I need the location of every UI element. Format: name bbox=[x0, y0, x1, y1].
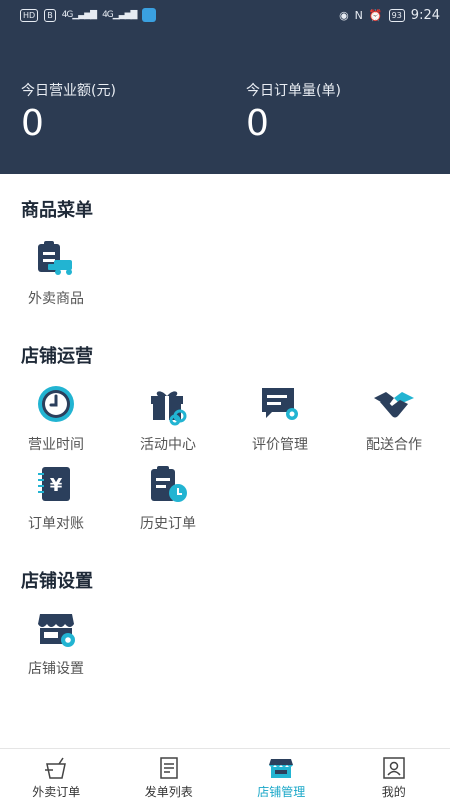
grid-item-review-management[interactable]: 评价管理 bbox=[224, 384, 336, 454]
history-icon bbox=[151, 466, 187, 502]
tab-dispatch-list[interactable]: 发单列表 bbox=[113, 749, 226, 800]
tab-takeout-orders[interactable]: 外卖订单 bbox=[0, 749, 113, 800]
store-icon bbox=[269, 759, 294, 778]
alarm-icon: ⏰ bbox=[368, 8, 383, 22]
section-title-settings: 店铺设置 bbox=[21, 571, 93, 592]
tab-label: 外卖订单 bbox=[32, 785, 81, 799]
grid-label: 活动中心 bbox=[140, 437, 196, 453]
nfc-icon: N bbox=[354, 8, 363, 22]
revenue-label: 今日营业额(元) bbox=[21, 83, 116, 99]
eye-icon: ◉ bbox=[339, 8, 349, 22]
orders-stat[interactable]: 今日订单量(单) 0 bbox=[225, 80, 450, 144]
clock-icon bbox=[38, 386, 74, 422]
drink-icon bbox=[45, 757, 67, 779]
grid-item-delivery-cooperation[interactable]: 配送合作 bbox=[338, 384, 450, 454]
profile-icon bbox=[383, 757, 405, 779]
gift-icon bbox=[151, 391, 187, 426]
orders-label: 今日订单量(单) bbox=[246, 83, 341, 99]
hd-badge: HD bbox=[20, 8, 39, 22]
revenue-value: 0 bbox=[21, 103, 44, 144]
grid-item-order-reconcile[interactable]: ¥ 订单对账 bbox=[0, 463, 112, 533]
grid-label: 历史订单 bbox=[140, 516, 196, 532]
svg-text:¥: ¥ bbox=[50, 475, 63, 496]
stats-row: 今日营业额(元) 0 今日订单量(单) 0 bbox=[0, 80, 450, 144]
grid-label: 订单对账 bbox=[28, 516, 84, 532]
section-title-goods: 商品菜单 bbox=[21, 200, 93, 221]
tab-store-management[interactable]: 店铺管理 bbox=[225, 749, 338, 800]
grid-label: 外卖商品 bbox=[28, 291, 84, 307]
grid-item-store-settings[interactable]: 店铺设置 bbox=[0, 608, 112, 678]
signal-icon-1: 4G▁▃▅▇ bbox=[61, 10, 97, 20]
status-time: 9:24 bbox=[410, 7, 440, 23]
grid-item-takeout-goods[interactable]: 外卖商品 bbox=[0, 238, 112, 308]
section-title-operation: 店铺运营 bbox=[21, 346, 93, 367]
grid-item-history-orders[interactable]: 历史订单 bbox=[112, 463, 224, 533]
tab-profile[interactable]: 我的 bbox=[338, 749, 450, 800]
status-bar: HD B 4G▁▃▅▇ 4G▁▃▅▇ ◉ N ⏰ 93 9:24 bbox=[0, 0, 450, 30]
tab-label: 我的 bbox=[381, 785, 406, 799]
orders-value: 0 bbox=[246, 103, 269, 144]
grid-label: 店铺设置 bbox=[28, 661, 84, 677]
grid-item-business-hours[interactable]: 营业时间 bbox=[0, 384, 112, 454]
b-badge: B bbox=[44, 8, 56, 22]
store-settings-icon bbox=[38, 614, 75, 647]
grid-item-activity-center[interactable]: 活动中心 bbox=[112, 384, 224, 454]
list-icon bbox=[160, 757, 178, 779]
review-icon bbox=[262, 388, 298, 420]
reconcile-icon: ¥ bbox=[38, 467, 70, 501]
bottom-tab-bar: 外卖订单 发单列表 店铺管理 我的 bbox=[0, 748, 450, 800]
grid-label: 营业时间 bbox=[28, 437, 84, 453]
takeout-goods-icon bbox=[38, 241, 72, 275]
signal-icon-2: 4G▁▃▅▇ bbox=[102, 10, 137, 20]
battery-indicator: 93 bbox=[388, 8, 405, 22]
app-notification-icon bbox=[142, 8, 157, 22]
grid-label: 配送合作 bbox=[366, 437, 422, 453]
tab-label: 店铺管理 bbox=[257, 785, 306, 799]
revenue-stat[interactable]: 今日营业额(元) 0 bbox=[0, 80, 225, 144]
header: HD B 4G▁▃▅▇ 4G▁▃▅▇ ◉ N ⏰ 93 9:24 今日营业额(元… bbox=[0, 0, 450, 174]
tab-label: 发单列表 bbox=[144, 785, 193, 799]
handshake-icon bbox=[374, 392, 414, 418]
grid-label: 评价管理 bbox=[252, 437, 308, 453]
